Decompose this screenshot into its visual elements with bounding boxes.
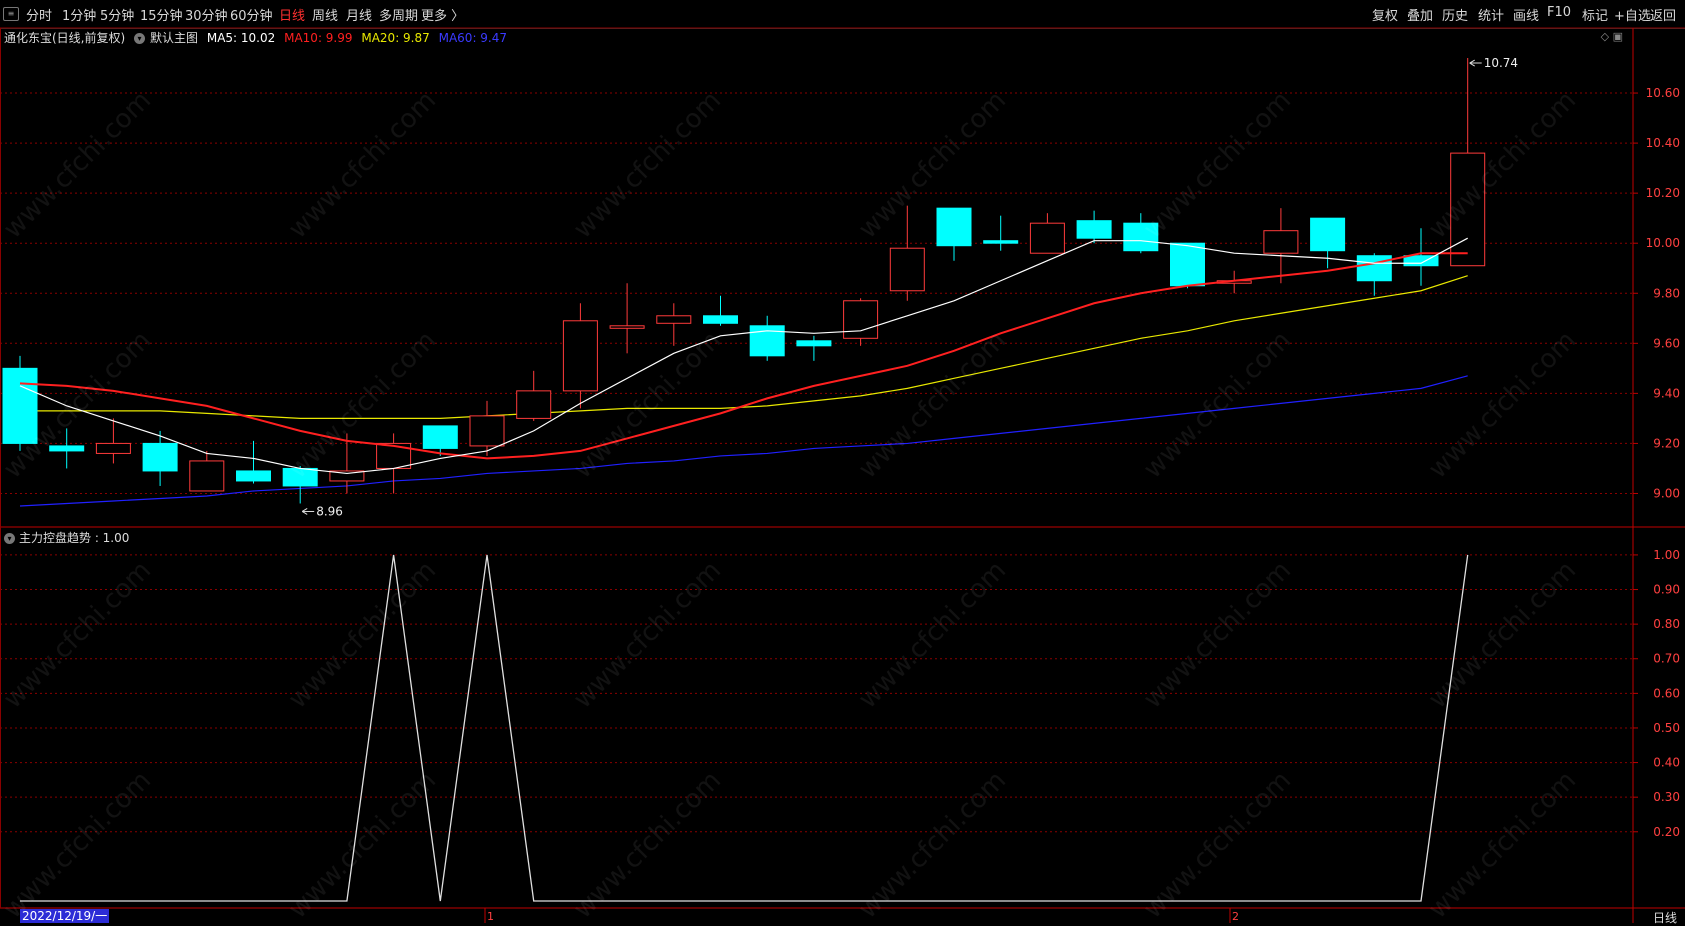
candle-25 bbox=[1170, 242, 1205, 289]
candle-body bbox=[282, 467, 318, 487]
candle-6 bbox=[282, 465, 318, 504]
candle-body bbox=[236, 470, 271, 482]
candle-12 bbox=[562, 303, 598, 409]
sub-tick-label-2: 0.40 bbox=[1653, 756, 1680, 770]
sub-tick-label-5: 0.70 bbox=[1653, 652, 1680, 666]
sub-tick-label-6: 0.80 bbox=[1653, 617, 1680, 631]
ma10-line bbox=[19, 252, 1468, 460]
sub-tick-label-1: 0.30 bbox=[1653, 790, 1680, 804]
candle-body bbox=[889, 247, 925, 292]
annotation-label-1: 10.74 bbox=[1484, 56, 1518, 70]
candle-body bbox=[49, 445, 85, 452]
candle-body bbox=[95, 442, 131, 454]
candle-31 bbox=[1450, 58, 1486, 267]
main-tick-label-5: 10.00 bbox=[1646, 236, 1680, 250]
period-label[interactable]: 日线 bbox=[1653, 909, 1677, 926]
main-tick-label-4: 9.80 bbox=[1653, 286, 1680, 300]
candle-body bbox=[516, 390, 552, 419]
main-tick-label-1: 9.20 bbox=[1653, 436, 1680, 450]
candle-body bbox=[1356, 255, 1392, 282]
candle-23 bbox=[1076, 210, 1112, 244]
candle-3 bbox=[142, 430, 178, 486]
main-tick-label-0: 9.00 bbox=[1653, 486, 1680, 500]
sub-tick-label-3: 0.50 bbox=[1653, 721, 1680, 735]
chart-canvas[interactable]: 9.009.209.409.609.8010.0010.2010.4010.60… bbox=[0, 0, 1685, 923]
candle-body bbox=[983, 240, 1019, 244]
candle-body bbox=[1450, 152, 1486, 267]
candle-15 bbox=[703, 295, 738, 326]
candle-body bbox=[609, 325, 645, 329]
candle-body bbox=[562, 320, 598, 392]
ma60-line bbox=[19, 375, 1468, 507]
sub-tick-label-8: 1.00 bbox=[1653, 548, 1680, 562]
sub-tick-label-4: 0.60 bbox=[1653, 686, 1680, 700]
candle-body bbox=[422, 425, 458, 449]
annotation-label-0: 8.96 bbox=[316, 504, 343, 518]
candle-17 bbox=[796, 335, 832, 361]
candle-body bbox=[469, 415, 505, 447]
candle-4 bbox=[189, 450, 225, 492]
candle-5 bbox=[236, 440, 271, 484]
candle-14 bbox=[656, 303, 692, 346]
candle-19 bbox=[889, 205, 925, 301]
candle-body bbox=[1076, 220, 1112, 239]
candle-28 bbox=[1310, 217, 1346, 269]
candle-body bbox=[703, 315, 738, 324]
candle-body bbox=[142, 442, 178, 472]
main-tick-label-2: 9.40 bbox=[1653, 386, 1680, 400]
date-cursor-label: 2022/12/19/一 bbox=[20, 909, 110, 923]
candle-10 bbox=[469, 400, 505, 456]
candle-18 bbox=[843, 298, 879, 346]
date-marker-0: 1 bbox=[487, 910, 494, 923]
candle-13 bbox=[609, 283, 645, 354]
candle-body bbox=[1263, 230, 1299, 254]
candle-0 bbox=[2, 355, 38, 451]
candle-11 bbox=[516, 370, 552, 421]
ma20-line bbox=[20, 275, 1468, 419]
candle-22 bbox=[1029, 213, 1065, 254]
candle-body bbox=[843, 300, 879, 339]
candle-body bbox=[1170, 242, 1205, 287]
main-tick-label-3: 9.60 bbox=[1653, 336, 1680, 350]
candle-21 bbox=[983, 215, 1019, 251]
candle-24 bbox=[1123, 213, 1159, 254]
candle-body bbox=[796, 340, 832, 347]
candle-body bbox=[936, 207, 972, 247]
candle-20 bbox=[936, 207, 972, 261]
main-tick-label-8: 10.60 bbox=[1646, 86, 1680, 100]
date-marker-1: 2 bbox=[1232, 910, 1239, 923]
candle-body bbox=[1029, 222, 1065, 254]
sub-tick-label-7: 0.90 bbox=[1653, 583, 1680, 597]
ma5-line bbox=[19, 237, 1468, 475]
candle-27 bbox=[1263, 208, 1299, 284]
sub-tick-label-0: 0.20 bbox=[1653, 825, 1680, 839]
candle-body bbox=[1310, 217, 1346, 252]
candle-1 bbox=[49, 428, 85, 469]
candle-body bbox=[2, 367, 38, 444]
candle-body bbox=[189, 460, 225, 492]
main-tick-label-6: 10.20 bbox=[1646, 186, 1680, 200]
candle-body bbox=[1123, 222, 1159, 252]
candle-29 bbox=[1356, 253, 1392, 296]
candle-16 bbox=[749, 315, 785, 361]
candle-8 bbox=[376, 433, 412, 494]
candle-body bbox=[656, 315, 692, 324]
main-tick-label-7: 10.40 bbox=[1646, 136, 1680, 150]
